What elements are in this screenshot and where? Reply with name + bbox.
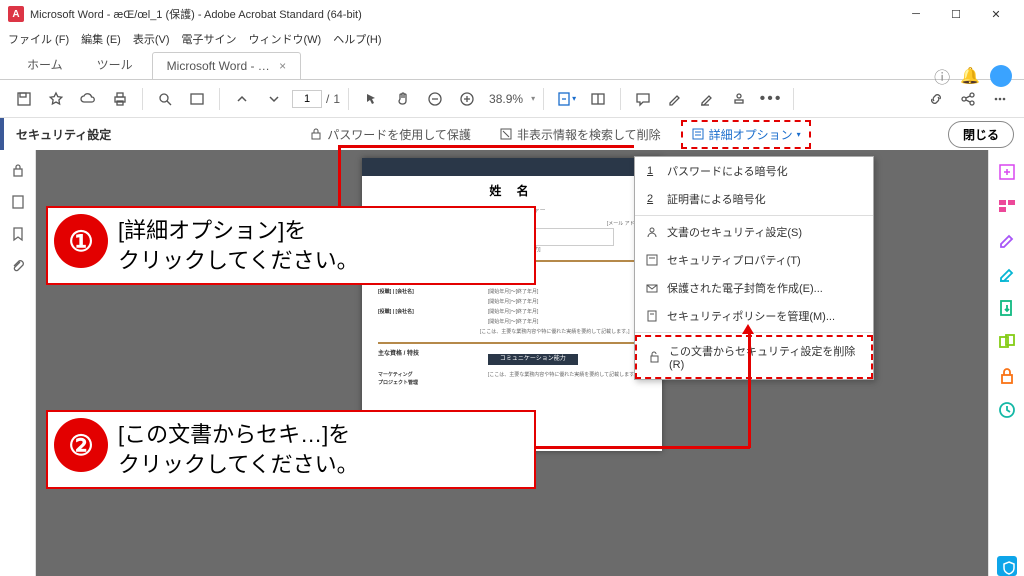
- right-sidebar: [988, 150, 1024, 576]
- callout-1-text: [詳細オプション]を クリックしてください。: [114, 208, 373, 283]
- chevron-down-icon: ▾: [797, 130, 801, 139]
- page-up-icon[interactable]: [228, 85, 256, 113]
- page-current-input[interactable]: [292, 90, 322, 108]
- link-icon[interactable]: [922, 85, 950, 113]
- comment-icon[interactable]: [629, 85, 657, 113]
- more-icon[interactable]: [986, 85, 1014, 113]
- menu-certificate-encrypt[interactable]: 証明書による暗号化: [635, 185, 873, 213]
- overflow-icon[interactable]: •••: [757, 85, 785, 113]
- tool-combine-icon[interactable]: [997, 332, 1017, 352]
- tab-home[interactable]: ホーム: [12, 49, 78, 79]
- star-icon[interactable]: [42, 85, 70, 113]
- menu-edit[interactable]: 編集 (E): [81, 31, 121, 47]
- cloud-icon[interactable]: [74, 85, 102, 113]
- shield-icon[interactable]: [997, 556, 1017, 576]
- stamp-icon[interactable]: [725, 85, 753, 113]
- security-label: セキュリティ設定: [0, 118, 127, 150]
- menu-view[interactable]: 表示(V): [133, 31, 170, 47]
- document-preview: 姓 名 アカウント マネージャー [メール アドレス] [学校名] | [都道府…: [362, 158, 662, 451]
- menu-esign[interactable]: 電子サイン: [182, 31, 237, 47]
- thumbnails-icon[interactable]: [10, 194, 26, 210]
- tab-tools[interactable]: ツール: [82, 49, 148, 79]
- callout-1-badge: ①: [54, 214, 108, 268]
- share-icon[interactable]: [954, 85, 982, 113]
- tab-document-label: Microsoft Word - …: [167, 59, 270, 73]
- tool-sign-icon[interactable]: [997, 230, 1017, 250]
- menu-window[interactable]: ウィンドウ(W): [249, 31, 322, 47]
- avatar[interactable]: [990, 65, 1012, 87]
- close-window-button[interactable]: ✕: [976, 0, 1016, 28]
- close-panel-button[interactable]: 閉じる: [948, 121, 1014, 148]
- search-icon[interactable]: [151, 85, 179, 113]
- menubar: ファイル (F) 編集 (E) 表示(V) 電子サイン ウィンドウ(W) ヘルプ…: [0, 28, 1024, 50]
- page-indicator: / 1: [292, 90, 340, 108]
- pointer-icon[interactable]: [357, 85, 385, 113]
- tool-create-icon[interactable]: [997, 162, 1017, 182]
- lock-icon[interactable]: [10, 162, 26, 178]
- titlebar: A Microsoft Word - æŒ/œl_1 (保護) - Adobe …: [0, 0, 1024, 28]
- menu-password-encrypt[interactable]: パスワードによる暗号化: [635, 157, 873, 185]
- callout-2: ② [この文書からセキ…]を クリックしてください。: [46, 410, 536, 489]
- window-title: Microsoft Word - æŒ/œl_1 (保護) - Adobe Ac…: [30, 6, 362, 22]
- help-icon[interactable]: ⓘ: [934, 64, 950, 88]
- tool-export-icon[interactable]: [997, 298, 1017, 318]
- callout-1: ① [詳細オプション]を クリックしてください。: [46, 206, 536, 285]
- zoom-in-icon[interactable]: [453, 85, 481, 113]
- minimize-button[interactable]: ─: [896, 0, 936, 28]
- left-sidebar: [0, 150, 36, 576]
- tab-close-icon[interactable]: ×: [279, 59, 286, 73]
- zoom-dropdown-icon[interactable]: ▾: [531, 94, 535, 103]
- tool-edit-icon[interactable]: [997, 264, 1017, 284]
- bookmark-icon[interactable]: [10, 226, 26, 242]
- tool-protect-icon[interactable]: [997, 366, 1017, 386]
- page-total: 1: [333, 92, 340, 106]
- doc-heading: 姓 名: [362, 176, 662, 205]
- main-toolbar: / 1 38.9% ▾ ▾ •••: [0, 80, 1024, 118]
- menu-manage-policies[interactable]: セキュリティポリシーを管理(M)...: [635, 302, 873, 330]
- menu-security-settings[interactable]: 文書のセキュリティ設定(S): [635, 218, 873, 246]
- maximize-button[interactable]: ☐: [936, 0, 976, 28]
- tab-document[interactable]: Microsoft Word - … ×: [152, 52, 301, 79]
- read-mode-icon[interactable]: [584, 85, 612, 113]
- menu-create-envelope[interactable]: 保護された電子封筒を作成(E)...: [635, 274, 873, 302]
- menu-security-properties[interactable]: セキュリティプロパティ(T): [635, 246, 873, 274]
- app-icon: A: [8, 6, 24, 22]
- remove-hidden-option[interactable]: 非表示情報を検索して削除: [491, 122, 669, 147]
- sign-icon[interactable]: [693, 85, 721, 113]
- hand-icon[interactable]: [389, 85, 417, 113]
- document-tabs: ホーム ツール Microsoft Word - … × ⓘ 🔔: [0, 50, 1024, 80]
- protect-password-option[interactable]: パスワードを使用して保護: [301, 122, 479, 147]
- menu-remove-security[interactable]: この文書からセキュリティ設定を削除(R): [635, 335, 873, 379]
- zoom-level[interactable]: 38.9%: [485, 92, 527, 106]
- attachment-icon[interactable]: [10, 258, 26, 274]
- tool-more-icon[interactable]: [997, 400, 1017, 420]
- zoom-out-icon[interactable]: [421, 85, 449, 113]
- callout-2-badge: ②: [54, 418, 108, 472]
- advanced-options-button[interactable]: 詳細オプション ▾: [681, 120, 811, 149]
- highlight-icon[interactable]: [661, 85, 689, 113]
- tool-organize-icon[interactable]: [997, 196, 1017, 216]
- menu-file[interactable]: ファイル (F): [8, 31, 69, 47]
- save-icon[interactable]: [10, 85, 38, 113]
- page-down-icon[interactable]: [260, 85, 288, 113]
- advanced-options-menu: パスワードによる暗号化 証明書による暗号化 文書のセキュリティ設定(S) セキュ…: [634, 156, 874, 380]
- print-icon[interactable]: [106, 85, 134, 113]
- menu-help[interactable]: ヘルプ(H): [333, 31, 381, 47]
- fullscreen-icon[interactable]: [183, 85, 211, 113]
- callout-2-text: [この文書からセキ…]を クリックしてください。: [114, 412, 373, 487]
- notification-icon[interactable]: 🔔: [960, 66, 980, 86]
- fit-width-icon[interactable]: ▾: [552, 85, 580, 113]
